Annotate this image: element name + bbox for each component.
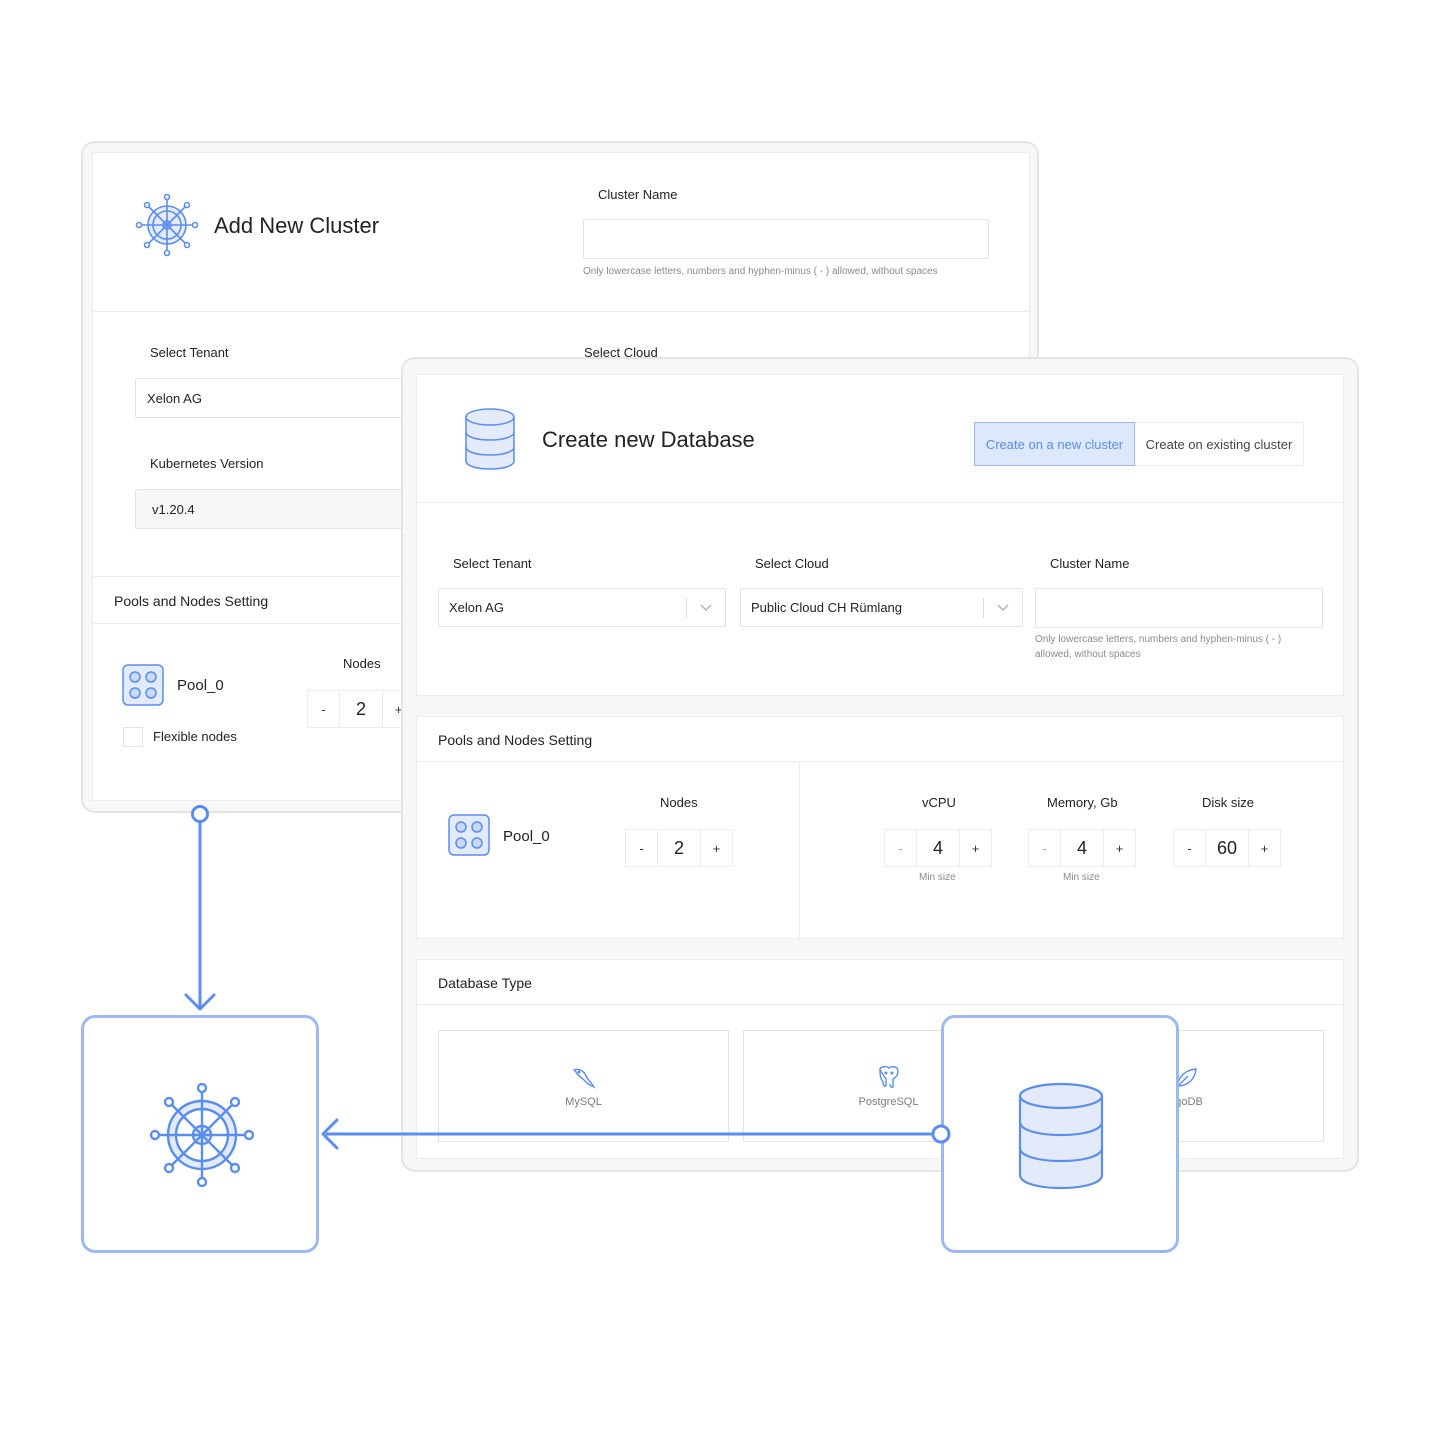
database-icon xyxy=(1018,1082,1104,1190)
database-box xyxy=(941,1015,1179,1253)
vertical-connector xyxy=(184,805,216,1011)
horizontal-connector xyxy=(321,1118,933,1150)
kubernetes-cluster-box xyxy=(81,1015,319,1253)
helm-wheel-icon xyxy=(149,1082,255,1188)
connector-start-node xyxy=(931,1124,951,1144)
